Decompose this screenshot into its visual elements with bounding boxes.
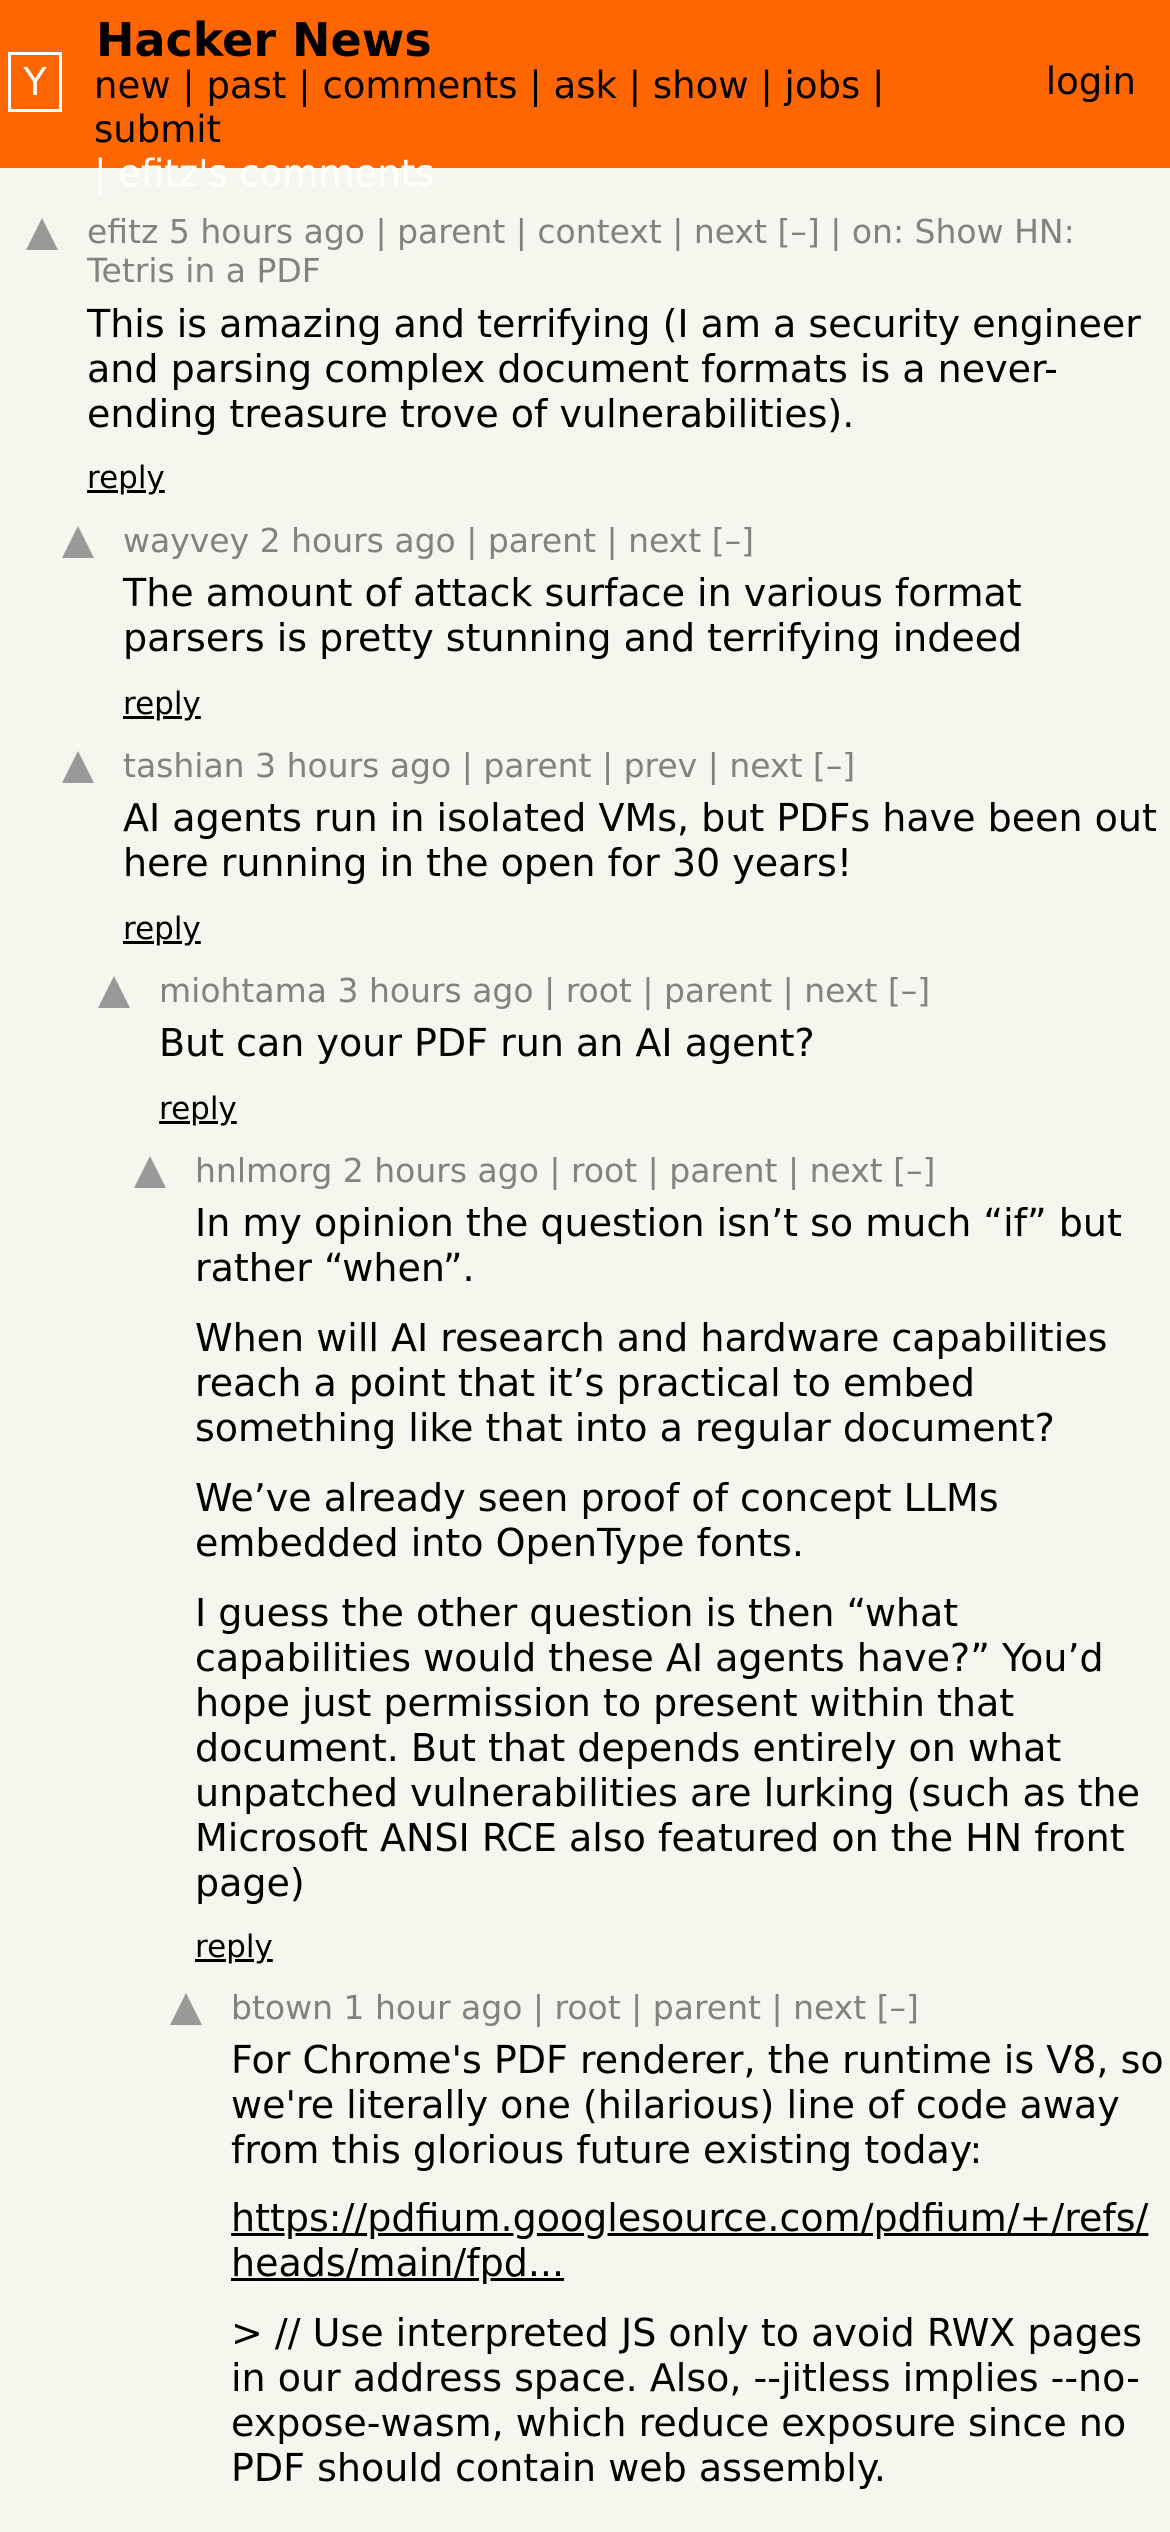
comment-age[interactable]: 2 hours ago bbox=[260, 521, 456, 560]
comment-author[interactable]: efitz bbox=[87, 212, 158, 251]
root-link[interactable]: root bbox=[566, 971, 632, 1010]
comment-text: But can your PDF run an AI agent? bbox=[159, 1021, 1164, 1066]
comment-text: > // Use interpreted JS only to avoid RW… bbox=[231, 2311, 1166, 2491]
comment-text: For Chrome's PDF renderer, the runtime i… bbox=[231, 2038, 1166, 2173]
prev-link[interactable]: prev bbox=[624, 746, 698, 785]
upvote-arrow-icon[interactable] bbox=[170, 1993, 202, 2025]
reply-link[interactable]: reply bbox=[123, 684, 201, 724]
upvote-arrow-icon[interactable] bbox=[62, 526, 94, 558]
reply-link[interactable]: reply bbox=[87, 458, 165, 498]
next-link[interactable]: next [–] bbox=[804, 971, 930, 1010]
comment-paragraph: This is amazing and terrifying (I am a s… bbox=[87, 302, 1141, 436]
parent-link[interactable]: parent bbox=[488, 521, 596, 560]
comment-paragraph: The amount of attack surface in various … bbox=[123, 571, 1023, 660]
comment-text: AI agents run in isolated VMs, but PDFs … bbox=[123, 796, 1163, 886]
next-link[interactable]: next [–] bbox=[793, 1988, 919, 2027]
upvote-arrow-icon[interactable] bbox=[98, 976, 130, 1008]
nav-comments[interactable]: comments bbox=[322, 64, 517, 107]
root-link[interactable]: root bbox=[555, 1988, 621, 2027]
parent-link[interactable]: parent bbox=[664, 971, 772, 1010]
nav-ask[interactable]: ask bbox=[554, 64, 617, 107]
comment-text: I guess the other question is then “what… bbox=[195, 1591, 1165, 1906]
reply-link[interactable]: reply bbox=[195, 1927, 273, 1967]
reply-link[interactable]: reply bbox=[123, 909, 201, 949]
comment-text: https://pdfium.googlesource.com/pdfium/+… bbox=[231, 2196, 1166, 2286]
reply-link[interactable]: reply bbox=[159, 1089, 237, 1129]
comment-author[interactable]: btown bbox=[231, 1988, 333, 2027]
comment-meta: btown 1 hour ago | root | parent | next … bbox=[231, 1988, 919, 2027]
comment-paragraph: But can your PDF run an AI agent? bbox=[159, 1021, 815, 1065]
comment-paragraph: In my opinion the question isn’t so much… bbox=[195, 1201, 1122, 1290]
site-title[interactable]: Hacker News bbox=[96, 10, 432, 70]
upvote-arrow-icon[interactable] bbox=[26, 218, 58, 250]
next-link[interactable]: next [–] bbox=[729, 746, 855, 785]
login-link[interactable]: login bbox=[1046, 58, 1136, 106]
comment-meta: miohtama 3 hours ago | root | parent | n… bbox=[159, 971, 931, 1010]
comment-age[interactable]: 3 hours ago bbox=[255, 746, 451, 785]
comment-paragraph: We’ve already seen proof of concept LLMs… bbox=[195, 1476, 999, 1565]
comment-paragraph: AI agents run in isolated VMs, but PDFs … bbox=[123, 796, 1157, 885]
comment-paragraph: I guess the other question is then “what… bbox=[195, 1591, 1140, 1905]
nav-user-comments[interactable]: efitz's comments bbox=[118, 152, 434, 195]
upvote-arrow-icon[interactable] bbox=[134, 1156, 166, 1188]
hn-logo[interactable]: Y bbox=[8, 52, 62, 112]
root-link[interactable]: root bbox=[571, 1151, 637, 1190]
comment-author[interactable]: hnlmorg bbox=[195, 1151, 332, 1190]
comment-meta: wayvey 2 hours ago | parent | next [–] bbox=[123, 521, 754, 560]
comment-age[interactable]: 1 hour ago bbox=[343, 1988, 522, 2027]
upvote-arrow-icon[interactable] bbox=[62, 751, 94, 783]
parent-link[interactable]: parent bbox=[669, 1151, 777, 1190]
comment-age[interactable]: 3 hours ago bbox=[337, 971, 533, 1010]
comment-meta: tashian 3 hours ago | parent | prev | ne… bbox=[123, 746, 856, 785]
context-link[interactable]: context bbox=[537, 212, 661, 251]
comment-paragraph: For Chrome's PDF renderer, the runtime i… bbox=[231, 2038, 1164, 2172]
comment-age[interactable]: 2 hours ago bbox=[343, 1151, 539, 1190]
comment-text: We’ve already seen proof of concept LLMs… bbox=[195, 1476, 1165, 1566]
comment-meta: hnlmorg 2 hours ago | root | parent | ne… bbox=[195, 1151, 936, 1190]
comment-text: In my opinion the question isn’t so much… bbox=[195, 1201, 1165, 1291]
comment-paragraph: > // Use interpreted JS only to avoid RW… bbox=[231, 2311, 1143, 2490]
external-link[interactable]: https://pdfium.googlesource.com/pdfium/+… bbox=[231, 2196, 1148, 2285]
top-bar: Y Hacker News new | past | comments | as… bbox=[0, 0, 1170, 195]
nav-submit[interactable]: submit bbox=[94, 108, 221, 151]
nav-show[interactable]: show bbox=[653, 64, 749, 107]
next-link[interactable]: next [–] bbox=[628, 521, 754, 560]
comment-text: The amount of attack surface in various … bbox=[123, 571, 1163, 661]
parent-link[interactable]: parent bbox=[483, 746, 591, 785]
main-nav: new | past | comments | ask | show | job… bbox=[94, 64, 885, 195]
comment-meta: efitz 5 hours ago | parent | context | n… bbox=[87, 212, 1075, 290]
nav-past[interactable]: past bbox=[206, 64, 286, 107]
comment-author[interactable]: miohtama bbox=[159, 971, 327, 1010]
parent-link[interactable]: parent bbox=[397, 212, 505, 251]
comment-text: When will AI research and hardware capab… bbox=[195, 1316, 1165, 1451]
comment-author[interactable]: tashian bbox=[123, 746, 245, 785]
comment-paragraph: When will AI research and hardware capab… bbox=[195, 1316, 1108, 1450]
comment-age[interactable]: 5 hours ago bbox=[169, 212, 365, 251]
nav-new[interactable]: new bbox=[94, 64, 170, 107]
comment-text: This is amazing and terrifying (I am a s… bbox=[87, 302, 1157, 437]
next-link[interactable]: next [–] bbox=[810, 1151, 936, 1190]
nav-jobs[interactable]: jobs bbox=[785, 64, 861, 107]
parent-link[interactable]: parent bbox=[653, 1988, 761, 2027]
comment-author[interactable]: wayvey bbox=[123, 521, 249, 560]
next-link[interactable]: next [–] bbox=[694, 212, 820, 251]
